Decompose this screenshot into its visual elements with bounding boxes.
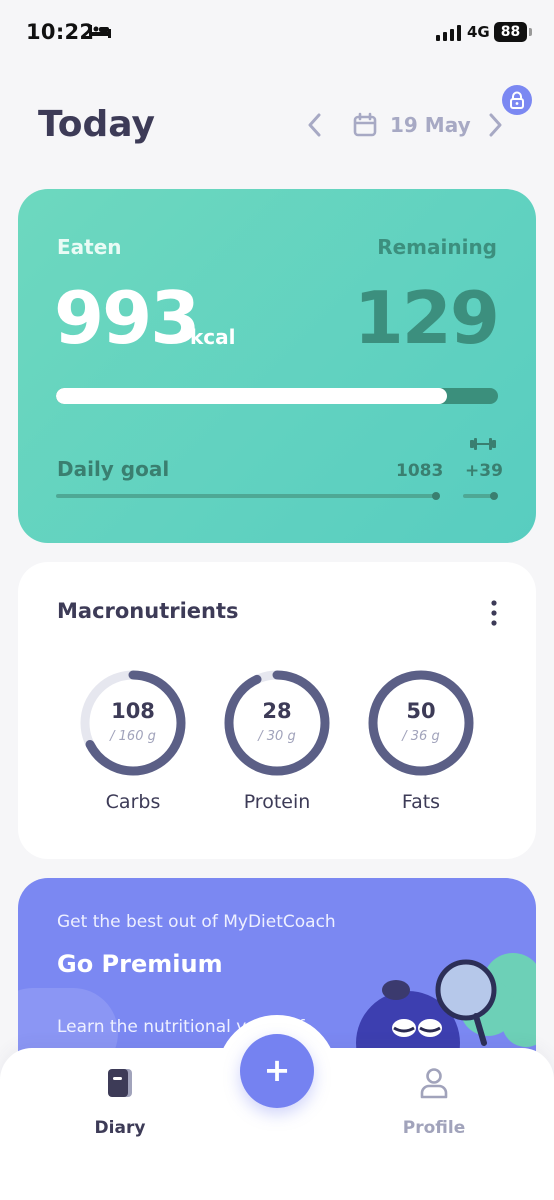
tab-diary[interactable]: Diary bbox=[60, 1066, 180, 1138]
calorie-unit: kcal bbox=[190, 325, 236, 349]
macronutrients-card[interactable]: Macronutrients 108 / 160 g Carbs 28 / 30… bbox=[18, 562, 536, 859]
carbs-value: 108 bbox=[111, 699, 155, 723]
add-food-button[interactable]: + bbox=[240, 1034, 314, 1108]
status-time: 10:22 bbox=[26, 20, 95, 44]
sleep-focus-icon bbox=[89, 25, 111, 38]
premium-headline: Go Premium bbox=[57, 950, 223, 978]
carbs-ring: 108 / 160 g bbox=[77, 667, 189, 779]
premium-lock-button[interactable] bbox=[502, 85, 532, 115]
carbs-goal: / 160 g bbox=[110, 729, 156, 744]
battery-indicator: 88 bbox=[494, 22, 527, 42]
macro-protein[interactable]: 28 / 30 g Protein bbox=[221, 667, 333, 813]
macronutrients-title: Macronutrients bbox=[57, 599, 239, 623]
calorie-summary-card[interactable]: Eaten Remaining 993 kcal 129 Daily goal … bbox=[18, 189, 536, 543]
macro-fats[interactable]: 50 / 36 g Fats bbox=[365, 667, 477, 813]
fats-value: 50 bbox=[406, 699, 436, 723]
daily-goal-value: 1083 bbox=[396, 461, 444, 481]
network-type: 4G bbox=[467, 23, 490, 41]
protein-ring: 28 / 30 g bbox=[221, 667, 333, 779]
status-bar: 10:22 4G 88 bbox=[0, 0, 554, 66]
protein-label: Protein bbox=[243, 791, 311, 813]
protein-ring-arc bbox=[224, 670, 330, 776]
dumbbell-icon bbox=[470, 438, 496, 450]
previous-day-button[interactable] bbox=[302, 111, 328, 139]
daily-goal-label: Daily goal bbox=[57, 457, 170, 481]
fats-ring: 50 / 36 g bbox=[365, 667, 477, 779]
date-label: 19 May bbox=[390, 113, 471, 137]
calorie-progress-fill bbox=[56, 388, 448, 404]
exercise-bonus-marker bbox=[490, 492, 498, 500]
date-picker-button[interactable]: 19 May bbox=[352, 108, 471, 142]
daily-goal-line bbox=[56, 494, 436, 498]
fats-goal: / 36 g bbox=[402, 729, 440, 744]
next-day-button[interactable] bbox=[482, 111, 508, 139]
lock-icon bbox=[510, 91, 524, 109]
macro-carbs[interactable]: 108 / 160 g Carbs bbox=[77, 667, 189, 813]
protein-value: 28 bbox=[262, 699, 292, 723]
tab-diary-label: Diary bbox=[94, 1118, 146, 1138]
diary-book-icon bbox=[108, 1069, 132, 1097]
remaining-calories-value: 129 bbox=[353, 276, 500, 360]
battery-tip bbox=[529, 28, 532, 36]
more-options-icon[interactable] bbox=[484, 599, 504, 627]
tab-profile-label: Profile bbox=[402, 1118, 466, 1138]
cellular-signal-icon bbox=[436, 25, 461, 41]
calorie-progress-bar bbox=[56, 388, 498, 404]
fats-ring-arc bbox=[368, 670, 474, 776]
premium-subtitle: Get the best out of MyDietCoach bbox=[57, 912, 336, 932]
page-title: Today bbox=[38, 104, 155, 145]
carbs-label: Carbs bbox=[105, 791, 161, 813]
eaten-calories-value: 993 bbox=[54, 276, 200, 360]
daily-goal-marker bbox=[432, 492, 440, 500]
eaten-label: Eaten bbox=[57, 235, 122, 259]
remaining-label: Remaining bbox=[377, 235, 497, 259]
exercise-bonus-value: +39 bbox=[465, 461, 503, 481]
calendar-icon bbox=[353, 112, 377, 137]
protein-goal: / 30 g bbox=[258, 729, 296, 744]
profile-person-icon bbox=[420, 1068, 448, 1099]
fats-label: Fats bbox=[401, 791, 441, 813]
tab-profile[interactable]: Profile bbox=[374, 1066, 494, 1138]
